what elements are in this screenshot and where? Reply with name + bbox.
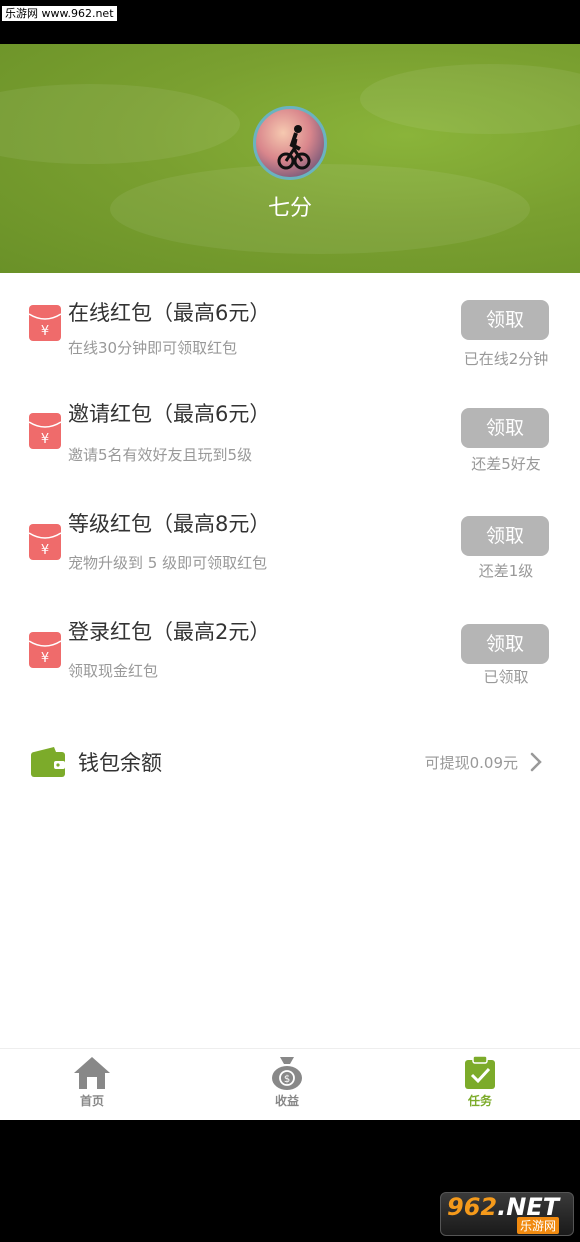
task-status: 已在线2分钟 [463,350,549,368]
chevron-right-icon [530,752,542,772]
task-status: 还差1级 [478,562,534,580]
wallet-icon [31,747,65,777]
watermark-text: 乐游网 www.962.net [2,6,117,21]
username: 七分 [267,196,312,221]
red-packet-icon: ¥ [28,524,62,560]
svg-text:¥: ¥ [41,651,49,666]
red-packet-icon: ¥ [28,413,62,449]
wallet-balance-row[interactable]: 钱包余额 可提现0.09元 [0,733,580,793]
red-packet-icon: ¥ [28,632,62,668]
header-decoration [0,84,240,164]
claim-button[interactable]: 领取 [461,300,549,340]
tab-label: 首页 [79,1094,104,1108]
task-status: 已领取 [483,668,529,686]
svg-text:¥: ¥ [41,324,49,339]
profile-header: 七分 [0,44,580,273]
tab-tasks[interactable]: 任务 [430,1055,530,1115]
red-packet-icon: ¥ [28,305,62,341]
bottom-tab-bar: 首页 $ 收益 任务 [0,1048,580,1120]
task-row-online: ¥ 在线红包（最高6元） 在线30分钟即可领取红包 领取 已在线2分钟 [0,293,580,393]
claim-button[interactable]: 领取 [461,516,549,556]
wallet-value: 可提现0.09元 [424,754,518,772]
claim-button[interactable]: 领取 [461,408,549,448]
tab-label: 收益 [274,1094,299,1108]
task-title: 登录红包（最高2元） [68,620,271,644]
task-title: 在线红包（最高6元） [68,301,271,325]
tab-label: 任务 [467,1094,492,1108]
tab-home[interactable]: 首页 [42,1055,142,1115]
task-row-level: ¥ 等级红包（最高8元） 宠物升级到 5 级即可领取红包 领取 还差1级 [0,505,580,605]
task-title: 邀请红包（最高6元） [68,402,271,426]
logo-sub-text: 乐游网 [517,1217,560,1234]
tab-earnings[interactable]: $ 收益 [237,1055,337,1115]
task-description: 在线30分钟即可领取红包 [68,339,238,357]
task-description: 邀请5名有效好友且玩到5级 [68,446,253,464]
task-row-login: ¥ 登录红包（最高2元） 领取现金红包 领取 已领取 [0,613,580,713]
task-list-panel: ¥ 在线红包（最高6元） 在线30分钟即可领取红包 领取 已在线2分钟 ¥ 邀请… [0,273,580,1120]
site-logo: 962.NET 乐游网 [440,1192,574,1236]
status-bar: 乐游网 www.962.net [0,0,580,44]
wallet-label: 钱包余额 [78,751,162,775]
task-description: 宠物升级到 5 级即可领取红包 [68,554,268,572]
svg-text:¥: ¥ [41,543,49,558]
task-title: 等级红包（最高8元） [68,512,271,536]
task-row-invite: ¥ 邀请红包（最高6元） 邀请5名有效好友且玩到5级 领取 还差5好友 [0,396,580,496]
clipboard-check-icon [465,1055,495,1089]
money-bag-icon: $ [272,1057,302,1090]
header-decoration [360,64,580,134]
avatar[interactable] [253,106,327,180]
task-description: 领取现金红包 [68,662,159,680]
home-icon [74,1057,110,1089]
claim-button[interactable]: 领取 [461,624,549,664]
svg-text:$: $ [284,1074,290,1085]
task-status: 还差5好友 [471,455,541,473]
svg-text:¥: ¥ [41,432,49,447]
